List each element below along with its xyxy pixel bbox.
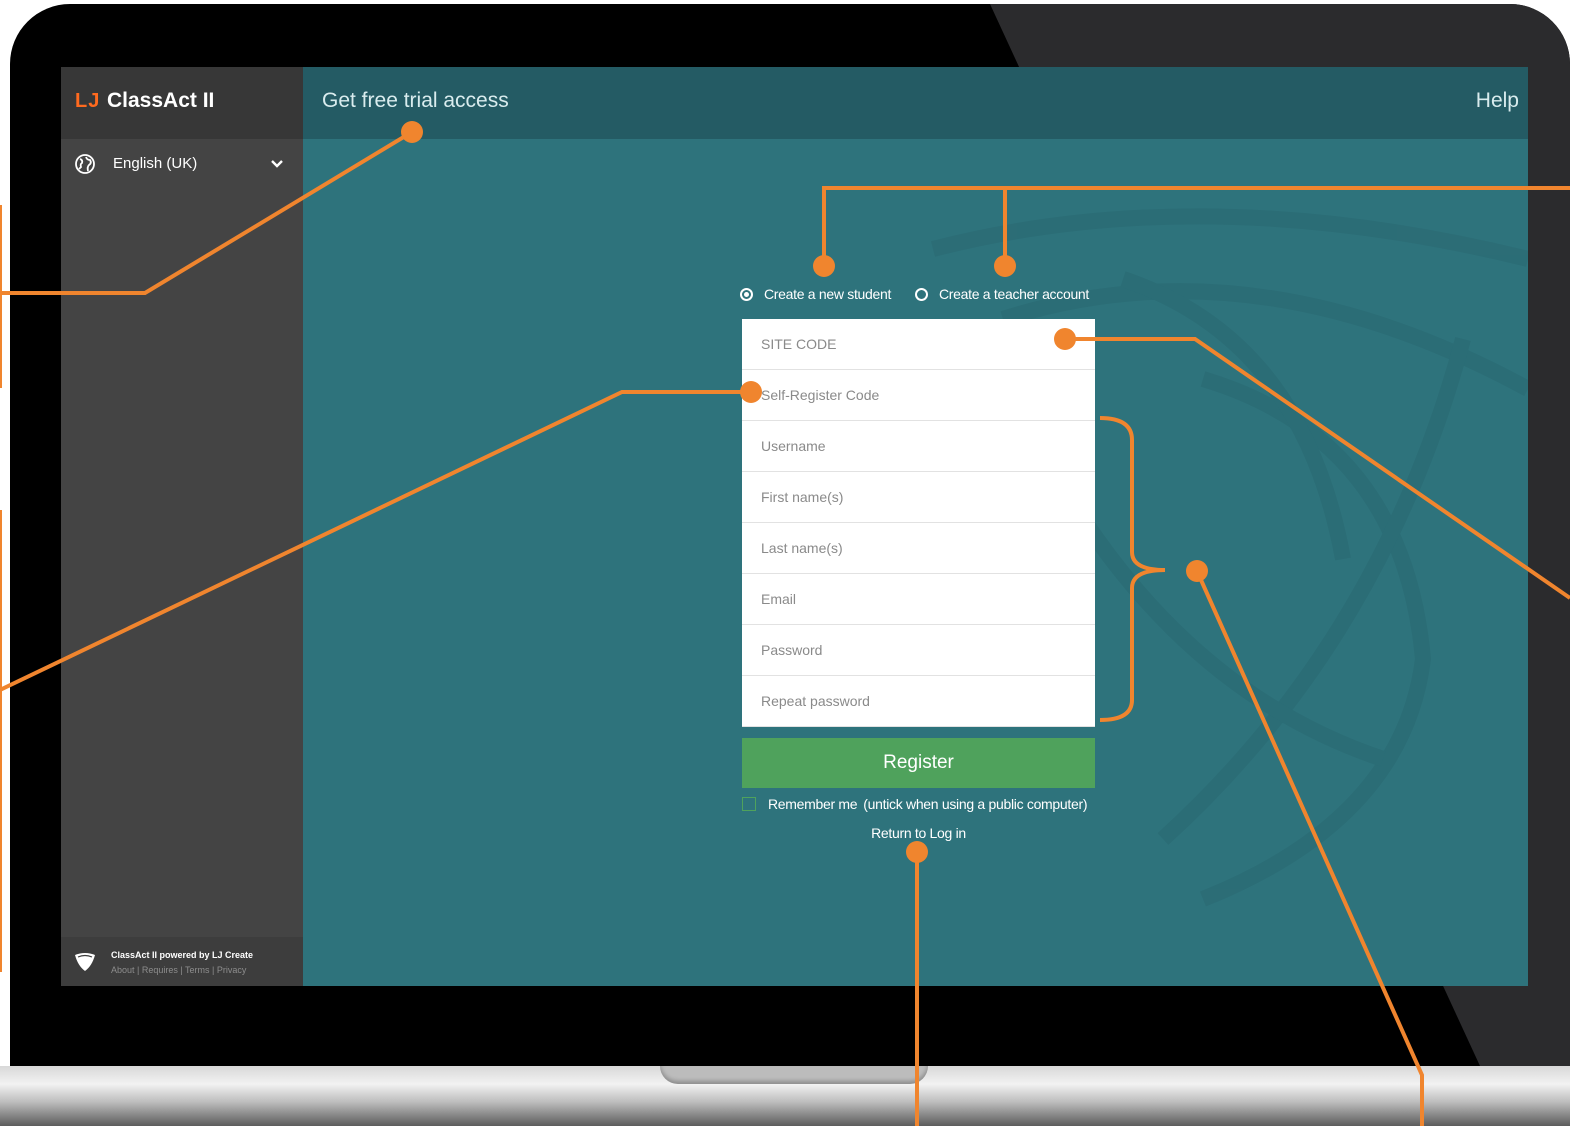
username-field-wrap bbox=[742, 421, 1095, 472]
radio-button-selected[interactable] bbox=[740, 288, 753, 301]
page-title: Get free trial access bbox=[322, 89, 509, 112]
footer-title: ClassAct II powered by LJ Create bbox=[111, 950, 254, 960]
main-content: Create a new student Create a teacher ac… bbox=[303, 139, 1528, 986]
brand-name: ClassAct II bbox=[107, 89, 215, 112]
radio-teacher-label: Create a teacher account bbox=[939, 286, 1090, 302]
password-field-wrap bbox=[742, 625, 1095, 676]
top-bar: Get free trial access Help bbox=[303, 67, 1528, 139]
return-to-login-link[interactable]: Return to Log in bbox=[742, 825, 1095, 841]
remember-me-note: (untick when using a public computer) bbox=[863, 796, 1088, 812]
sidebar-footer: ClassAct II powered by LJ Create About |… bbox=[61, 937, 303, 986]
last-name-input[interactable] bbox=[742, 523, 1095, 573]
help-link[interactable]: Help bbox=[1476, 89, 1519, 113]
language-selector[interactable]: English (UK) bbox=[61, 149, 303, 181]
language-label: English (UK) bbox=[113, 155, 198, 172]
site-code-input[interactable] bbox=[742, 319, 1095, 369]
registration-form bbox=[742, 319, 1095, 727]
register-button[interactable]: Register bbox=[742, 738, 1095, 788]
remember-me-label: Remember me (untick when using a public c… bbox=[768, 796, 1088, 812]
self-register-code-field-wrap bbox=[742, 370, 1095, 421]
app-screen: LJ ClassAct II English (UK) ClassAct II … bbox=[61, 67, 1528, 986]
password-input[interactable] bbox=[742, 625, 1095, 675]
shield-logo-icon bbox=[75, 953, 95, 971]
globe-icon bbox=[75, 154, 95, 174]
footer-links[interactable]: About | Requires | Terms | Privacy bbox=[111, 965, 246, 975]
sidebar: LJ ClassAct II English (UK) ClassAct II … bbox=[61, 67, 303, 986]
brand-logo: LJ bbox=[75, 90, 101, 112]
radio-button-unselected[interactable] bbox=[915, 288, 928, 301]
repeat-password-field-wrap bbox=[742, 676, 1095, 727]
remember-me-text: Remember me bbox=[768, 796, 858, 812]
username-input[interactable] bbox=[742, 421, 1095, 471]
repeat-password-input[interactable] bbox=[742, 676, 1095, 726]
email-field-wrap bbox=[742, 574, 1095, 625]
laptop-notch bbox=[660, 1066, 928, 1084]
radio-student-label: Create a new student bbox=[764, 286, 892, 302]
brand-bar: LJ ClassAct II bbox=[61, 67, 303, 139]
last-name-field-wrap bbox=[742, 523, 1095, 574]
chevron-down-icon bbox=[271, 160, 283, 168]
site-code-field-wrap bbox=[742, 319, 1095, 370]
self-register-code-input[interactable] bbox=[742, 370, 1095, 420]
first-name-field-wrap bbox=[742, 472, 1095, 523]
first-name-input[interactable] bbox=[742, 472, 1095, 522]
remember-me-checkbox[interactable] bbox=[742, 797, 756, 811]
email-input[interactable] bbox=[742, 574, 1095, 624]
remember-me[interactable]: Remember me (untick when using a public c… bbox=[742, 795, 1102, 817]
